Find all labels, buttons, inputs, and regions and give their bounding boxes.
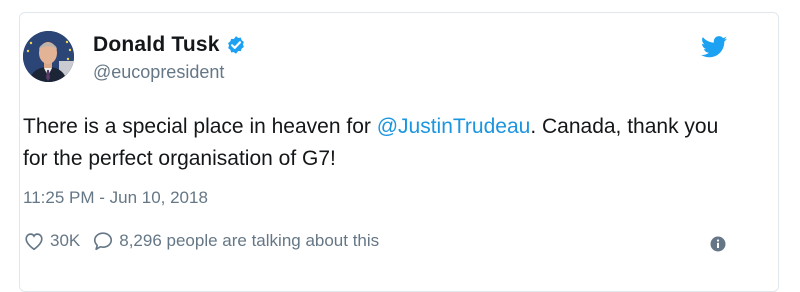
like-button[interactable]: 30K xyxy=(23,230,80,252)
avatar[interactable] xyxy=(23,31,74,82)
tweet-actions: 30K 8,296 people are talking about this xyxy=(23,230,379,252)
twitter-bird-icon[interactable] xyxy=(701,36,727,58)
tweet-text: There is a special place in heaven for @… xyxy=(23,111,723,175)
mention-link[interactable]: @JustinTrudeau xyxy=(377,115,531,138)
author-row: Donald Tusk xyxy=(93,33,246,57)
tweet-text-start: There is a special place in heaven for xyxy=(23,115,377,138)
verified-badge-icon xyxy=(227,36,244,54)
heart-icon xyxy=(25,233,43,251)
author-name[interactable]: Donald Tusk xyxy=(93,33,220,57)
like-count: 30K xyxy=(50,231,81,250)
talking-count: 8,296 people are talking about this xyxy=(119,231,380,250)
tweet-timestamp[interactable]: 11:25 PM - Jun 10, 2018 xyxy=(23,188,208,208)
info-icon[interactable] xyxy=(710,236,726,252)
speech-bubble-icon xyxy=(94,232,113,251)
author-handle[interactable]: @eucopresident xyxy=(93,62,224,83)
conversation-button[interactable]: 8,296 people are talking about this xyxy=(92,230,379,252)
